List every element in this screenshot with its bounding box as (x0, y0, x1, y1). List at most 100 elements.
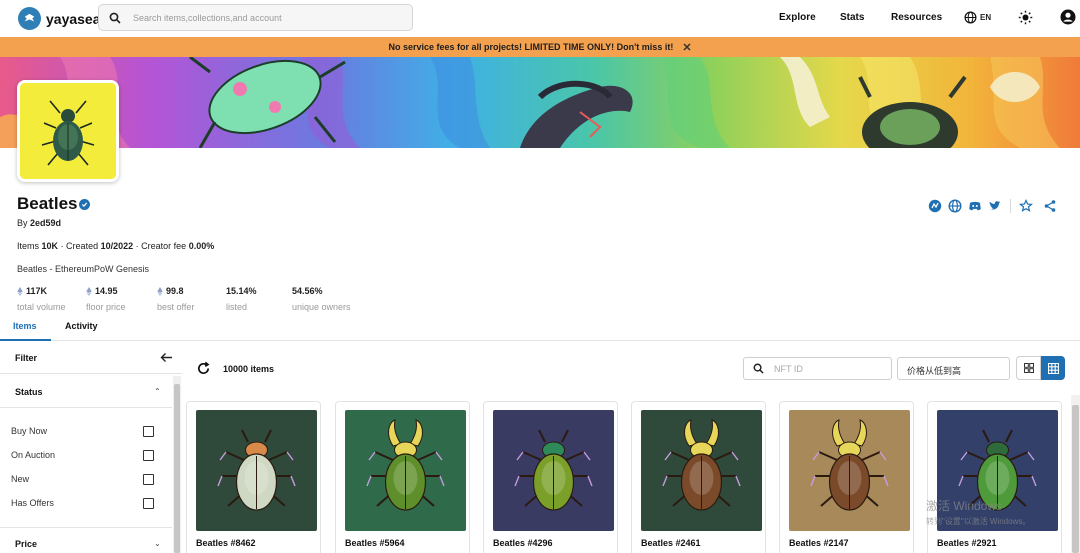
stat-label: floor price (86, 302, 126, 312)
nft-image[interactable] (196, 410, 317, 531)
nav-resources[interactable]: Resources (891, 12, 942, 23)
stat-value: 14.95 (95, 286, 118, 296)
refresh-icon[interactable] (196, 361, 211, 376)
website-globe-icon[interactable] (948, 199, 962, 213)
collection-avatar (17, 80, 119, 182)
view-small-grid-button[interactable] (1016, 356, 1041, 380)
sort-select[interactable]: 价格从低到高 (897, 357, 1010, 380)
eth-icon (86, 286, 92, 296)
nft-card[interactable]: Beatles #2921 (927, 401, 1062, 553)
promo-text: No service fees for all projects! LIMITE… (388, 42, 674, 52)
share-icon[interactable] (1043, 199, 1057, 213)
promo-banner: No service fees for all projects! LIMITE… (0, 37, 1080, 57)
watermark-line-1: 激活 Windows (926, 499, 1003, 513)
yayasea-logo-icon (18, 7, 41, 30)
banner-artwork (0, 57, 1080, 148)
created-label: · Created (60, 241, 99, 251)
status-option-buy-now: Buy Now (11, 426, 48, 436)
on-auction-checkbox[interactable] (143, 450, 154, 461)
stat-label: total volume (17, 302, 66, 312)
social-divider (1010, 199, 1011, 213)
main-scrollbar-thumb[interactable] (1072, 405, 1079, 553)
nft-name: Beatles #8462 (196, 538, 256, 548)
star-favorite-icon[interactable] (1019, 199, 1033, 213)
promo-close-button[interactable]: ✕ (682, 41, 691, 54)
tab-items[interactable]: Items (13, 321, 37, 331)
top-nav: yayasea Explore Stats Resources EN (0, 0, 1080, 37)
nft-card[interactable]: Beatles #2461 (631, 401, 766, 553)
nft-card[interactable]: Beatles #5964 (335, 401, 470, 553)
stat-best-offer: 99.8 best offer (157, 286, 226, 312)
global-search-input[interactable] (133, 12, 403, 23)
beetle-illustration (641, 410, 762, 531)
collection-title: Beatles (17, 194, 91, 214)
collapse-filter-arrow-icon[interactable] (160, 352, 173, 363)
stat-listed: 15.14% listed (226, 286, 292, 312)
creator-fee-value: 0.00% (188, 241, 215, 251)
stat-value: 54.56% (292, 286, 323, 296)
creator-by-label: By (17, 218, 28, 228)
stat-label: best offer (157, 302, 195, 312)
has-offers-checkbox[interactable] (143, 498, 154, 509)
stat-value: 117K (26, 286, 48, 296)
nft-name: Beatles #2461 (641, 538, 701, 548)
nft-name: Beatles #2921 (937, 538, 997, 548)
brand[interactable]: yayasea (18, 7, 101, 30)
tab-activity[interactable]: Activity (65, 321, 98, 331)
status-section-header[interactable]: Status ⌃ (0, 374, 172, 408)
twitter-icon[interactable] (988, 199, 1002, 213)
nft-card[interactable]: Beatles #2147 (779, 401, 914, 553)
beetle-avatar-image (20, 83, 116, 179)
beetle-illustration (789, 410, 910, 531)
nft-id-input[interactable] (774, 363, 884, 374)
large-grid-icon (1047, 362, 1059, 374)
sidebar-scrollbar-thumb[interactable] (174, 384, 180, 553)
brand-name: yayasea (46, 10, 101, 27)
nft-image[interactable] (493, 410, 614, 531)
beetle-illustration (345, 410, 466, 531)
new-checkbox[interactable] (143, 474, 154, 485)
price-title: Price (15, 539, 38, 549)
social-links (928, 199, 1063, 213)
nft-image[interactable] (345, 410, 466, 531)
language-label: EN (980, 13, 992, 22)
beetle-illustration (196, 410, 317, 531)
stat-total-volume: 117K total volume (17, 286, 86, 312)
nav-explore[interactable]: Explore (779, 12, 816, 23)
watermark-line-2: 转到"设置"以激活 Windows。 (926, 517, 1031, 526)
status-title: Status (15, 387, 43, 397)
nft-id-search[interactable] (743, 357, 892, 380)
nft-card[interactable]: Beatles #4296 (483, 401, 618, 553)
global-search[interactable] (98, 4, 413, 31)
nft-name: Beatles #2147 (789, 538, 849, 548)
nav-stats[interactable]: Stats (840, 12, 864, 23)
nft-image[interactable] (789, 410, 910, 531)
stat-floor-price: 14.95 floor price (86, 286, 157, 312)
language-switch[interactable]: EN (964, 11, 991, 24)
stat-value: 15.14% (226, 286, 257, 296)
ethw-scan-icon[interactable] (928, 199, 942, 213)
collection-meta: Items 10K · Created 10/2022 · Creator fe… (17, 241, 214, 251)
creator-fee-label: · Creator fee (135, 241, 187, 251)
beetle-illustration (493, 410, 614, 531)
collection-creator: By 2ed59d (17, 218, 61, 228)
eth-icon (17, 286, 23, 296)
buy-now-checkbox[interactable] (143, 426, 154, 437)
windows-activation-watermark: 激活 Windows 转到"设置"以激活 Windows。 (926, 497, 1030, 527)
items-value: 10K (41, 241, 59, 251)
nft-image[interactable] (641, 410, 762, 531)
creator-link[interactable]: 2ed59d (30, 218, 61, 228)
discord-icon[interactable] (968, 199, 982, 213)
nft-name: Beatles #5964 (345, 538, 405, 548)
price-section-header[interactable]: Price ⌄ (0, 527, 172, 553)
stat-value: 99.8 (166, 286, 184, 296)
sun-icon[interactable] (1018, 10, 1033, 25)
small-grid-icon (1023, 363, 1034, 373)
chevron-down-icon: ⌄ (154, 539, 161, 548)
view-large-grid-button[interactable] (1041, 356, 1065, 380)
status-option-has-offers: Has Offers (11, 498, 54, 508)
status-option-on-auction: On Auction (11, 450, 56, 460)
user-account-icon[interactable] (1060, 9, 1076, 25)
search-icon (753, 363, 764, 374)
nft-card[interactable]: Beatles #8462 (186, 401, 321, 553)
